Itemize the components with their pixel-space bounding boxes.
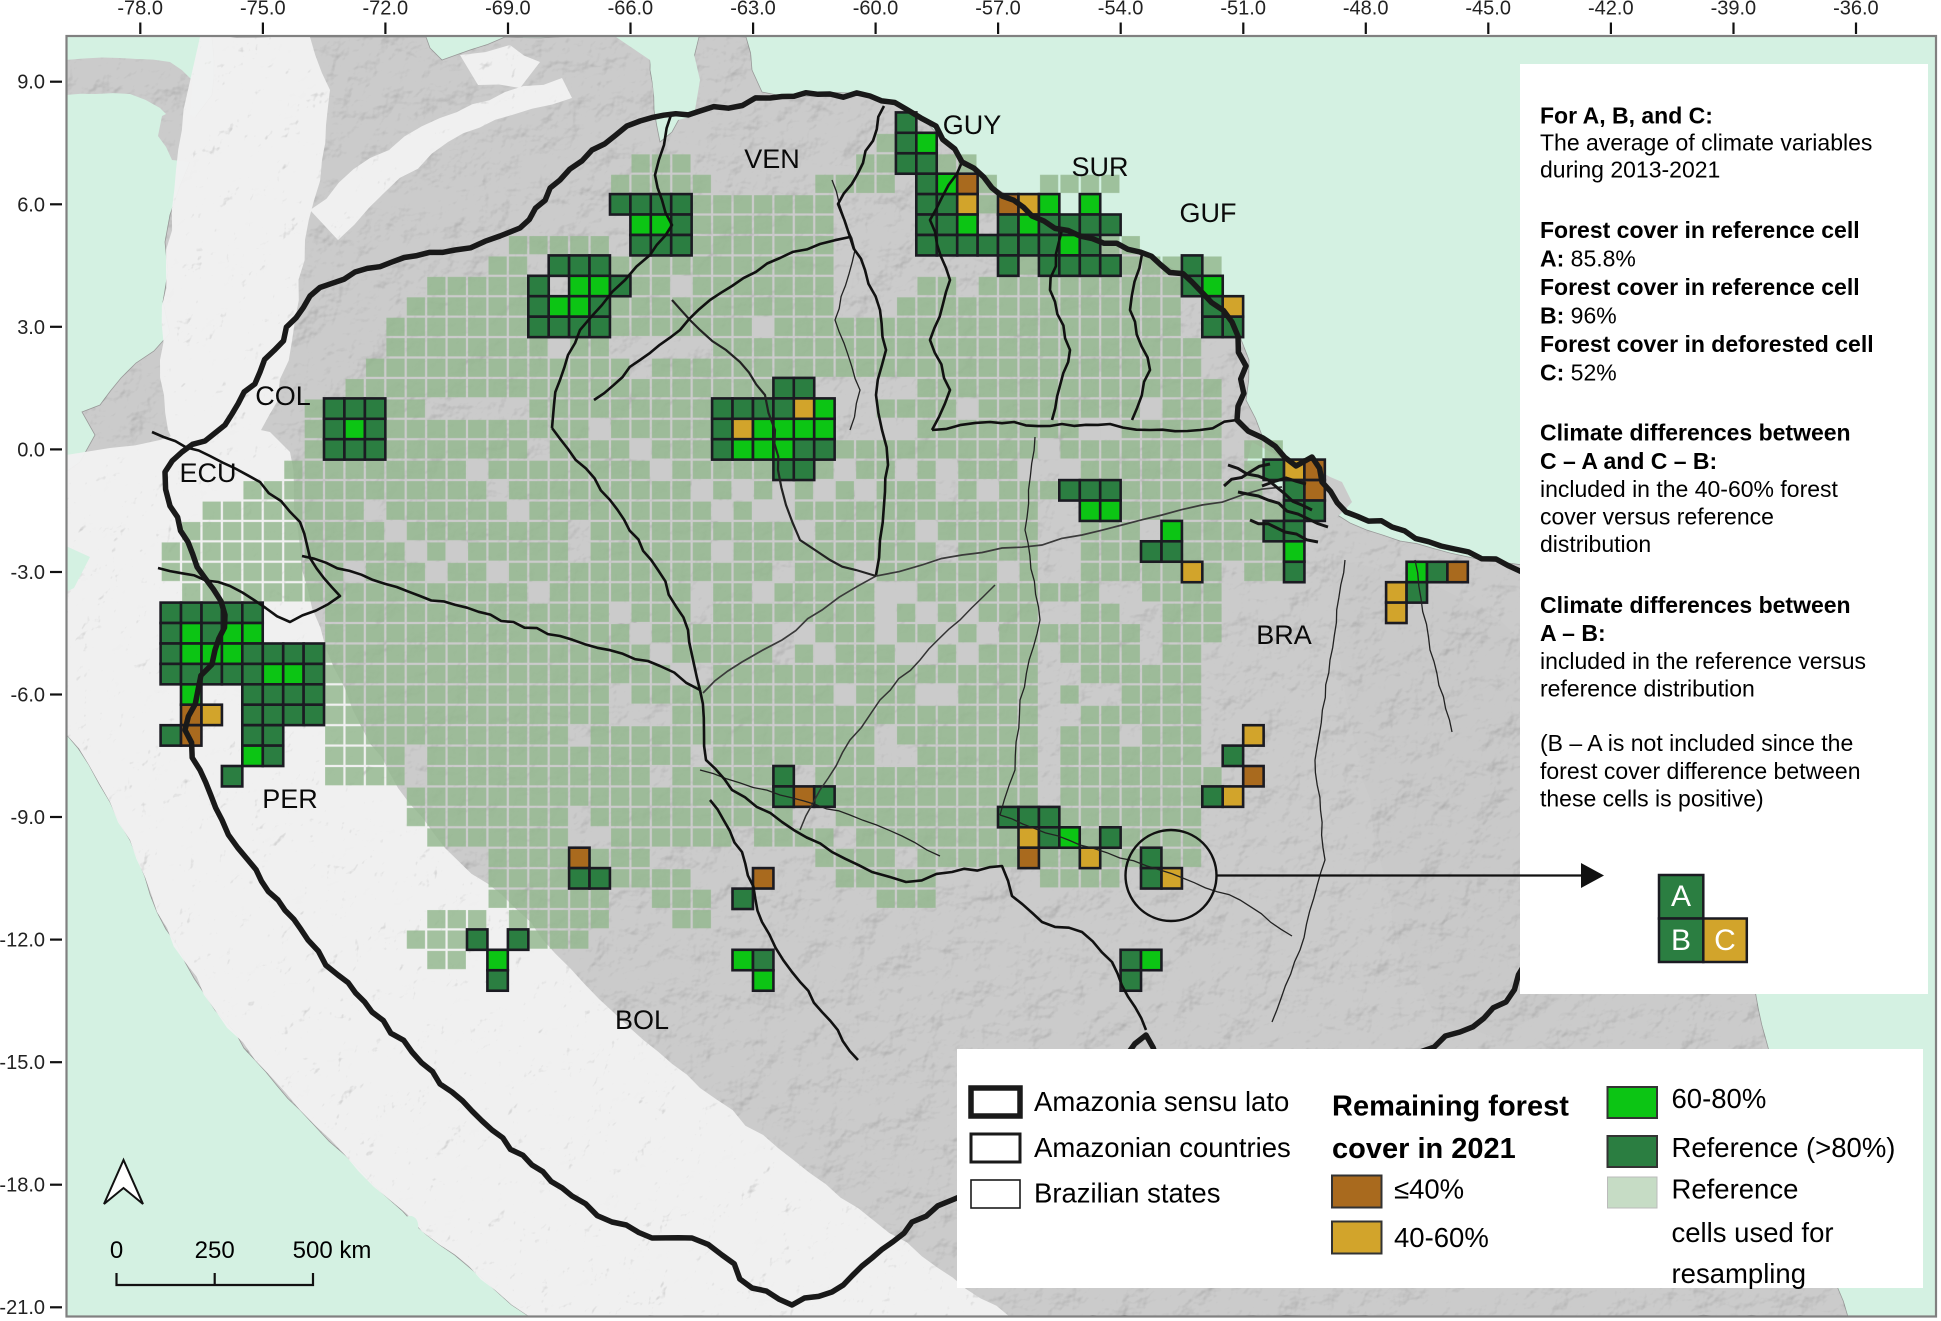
svg-text:-9.0: -9.0 xyxy=(11,807,45,829)
svg-text:SUR: SUR xyxy=(1071,152,1128,182)
svg-text:6.0: 6.0 xyxy=(17,194,45,216)
svg-text:-72.0: -72.0 xyxy=(363,0,409,20)
svg-text:B: B xyxy=(1671,924,1691,957)
svg-text:cover in 2021: cover in 2021 xyxy=(1332,1133,1516,1165)
svg-text:Brazilian states: Brazilian states xyxy=(1034,1178,1220,1209)
svg-text:-12.0: -12.0 xyxy=(0,930,45,952)
svg-text:≤40%: ≤40% xyxy=(1394,1174,1464,1205)
svg-text:C: C xyxy=(1714,924,1736,957)
svg-text:A: 85.8%: A: 85.8% xyxy=(1540,245,1636,271)
svg-text:VEN: VEN xyxy=(744,144,800,174)
svg-text:C: 52%: C: 52% xyxy=(1540,360,1617,386)
svg-text:-75.0: -75.0 xyxy=(240,0,286,20)
svg-text:Amazonian countries: Amazonian countries xyxy=(1034,1132,1291,1163)
svg-text:Forest cover in deforested cel: Forest cover in deforested cell xyxy=(1540,331,1874,357)
svg-text:forest cover difference betwee: forest cover difference between xyxy=(1540,758,1860,784)
svg-text:3.0: 3.0 xyxy=(17,317,45,339)
svg-text:-63.0: -63.0 xyxy=(730,0,776,20)
svg-text:Forest cover in reference cell: Forest cover in reference cell xyxy=(1540,217,1860,243)
svg-text:-42.0: -42.0 xyxy=(1588,0,1634,20)
svg-text:For A, B, and C:: For A, B, and C: xyxy=(1540,103,1713,129)
svg-text:GUF: GUF xyxy=(1180,198,1237,228)
svg-text:0: 0 xyxy=(110,1237,123,1264)
svg-text:60-80%: 60-80% xyxy=(1672,1083,1767,1114)
svg-text:A – B:: A – B: xyxy=(1540,620,1606,646)
svg-text:COL: COL xyxy=(255,381,311,411)
svg-text:included in the 40-60% forest: included in the 40-60% forest xyxy=(1540,476,1839,502)
svg-text:B: 96%: B: 96% xyxy=(1540,303,1617,329)
svg-text:Reference (>80%): Reference (>80%) xyxy=(1672,1132,1896,1163)
svg-text:cover versus reference: cover versus reference xyxy=(1540,504,1774,530)
svg-text:GUY: GUY xyxy=(943,110,1002,140)
svg-text:-6.0: -6.0 xyxy=(11,685,45,707)
svg-text:500 km: 500 km xyxy=(293,1237,372,1264)
svg-text:Climate differences between: Climate differences between xyxy=(1540,420,1851,446)
svg-text:-54.0: -54.0 xyxy=(1098,0,1144,20)
svg-text:Reference: Reference xyxy=(1672,1174,1799,1205)
svg-text:-78.0: -78.0 xyxy=(117,0,163,20)
svg-text:-51.0: -51.0 xyxy=(1220,0,1266,20)
svg-text:during 2013-2021: during 2013-2021 xyxy=(1540,157,1720,183)
svg-text:-15.0: -15.0 xyxy=(0,1052,45,1074)
svg-text:0.0: 0.0 xyxy=(17,439,45,461)
svg-text:distribution: distribution xyxy=(1540,531,1651,557)
svg-text:-66.0: -66.0 xyxy=(608,0,654,20)
svg-text:40-60%: 40-60% xyxy=(1394,1222,1489,1253)
svg-text:A: A xyxy=(1671,880,1691,913)
svg-text:PER: PER xyxy=(262,784,318,814)
svg-text:-36.0: -36.0 xyxy=(1833,0,1879,20)
svg-text:9.0: 9.0 xyxy=(17,72,45,94)
svg-text:Climate differences between: Climate differences between xyxy=(1540,592,1851,618)
svg-text:250: 250 xyxy=(195,1237,235,1264)
svg-text:Remaining forest: Remaining forest xyxy=(1332,1091,1569,1123)
svg-text:included in the reference vers: included in the reference versus xyxy=(1540,648,1866,674)
svg-text:-21.0: -21.0 xyxy=(0,1297,45,1319)
svg-text:-3.0: -3.0 xyxy=(11,562,45,584)
svg-text:-45.0: -45.0 xyxy=(1465,0,1511,20)
svg-text:these cells is positive): these cells is positive) xyxy=(1540,785,1764,811)
svg-text:-48.0: -48.0 xyxy=(1343,0,1389,20)
svg-text:-18.0: -18.0 xyxy=(0,1175,45,1197)
svg-text:BRA: BRA xyxy=(1256,620,1312,650)
svg-text:(B – A is not included since t: (B – A is not included since the xyxy=(1540,730,1853,756)
svg-text:C – A and C – B:: C – A and C – B: xyxy=(1540,448,1717,474)
svg-text:-60.0: -60.0 xyxy=(853,0,899,20)
svg-text:BOL: BOL xyxy=(615,1005,669,1035)
svg-text:Amazonia sensu lato: Amazonia sensu lato xyxy=(1034,1086,1289,1117)
svg-text:-69.0: -69.0 xyxy=(485,0,531,20)
svg-text:ECU: ECU xyxy=(179,458,236,488)
svg-text:-39.0: -39.0 xyxy=(1711,0,1757,20)
svg-text:resampling: resampling xyxy=(1672,1258,1807,1289)
svg-text:-57.0: -57.0 xyxy=(975,0,1021,20)
svg-text:The average of climate variabl: The average of climate variables xyxy=(1540,130,1872,156)
svg-text:cells used for: cells used for xyxy=(1672,1217,1834,1248)
svg-text:reference distribution: reference distribution xyxy=(1540,675,1755,701)
svg-text:Forest cover in reference cell: Forest cover in reference cell xyxy=(1540,274,1860,300)
